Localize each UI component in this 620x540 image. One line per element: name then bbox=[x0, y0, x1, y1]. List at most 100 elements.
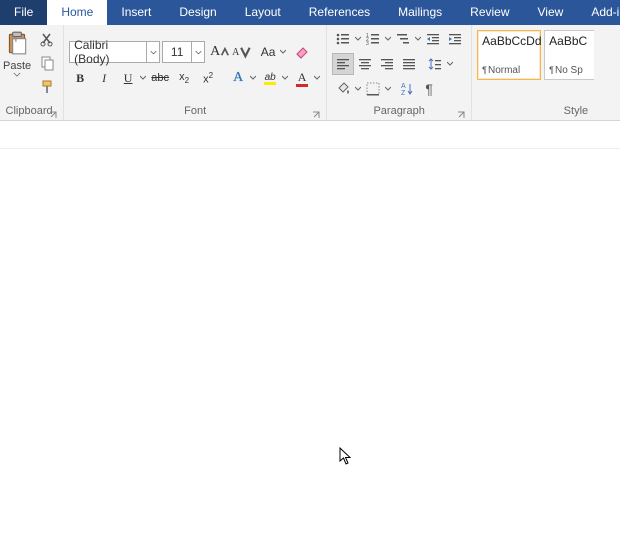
highlight-swatch bbox=[264, 82, 276, 85]
align-left-button[interactable] bbox=[332, 53, 354, 75]
font-name-combo[interactable]: Calibri (Body) bbox=[69, 41, 147, 63]
tab-view[interactable]: View bbox=[524, 0, 578, 25]
tab-layout[interactable]: Layout bbox=[231, 0, 295, 25]
shading-button[interactable] bbox=[332, 78, 354, 100]
justify-icon bbox=[401, 56, 417, 72]
font-size-dropdown[interactable] bbox=[192, 41, 205, 63]
show-marks-button[interactable]: ¶ bbox=[418, 78, 440, 100]
increase-indent-button[interactable] bbox=[444, 28, 466, 50]
grow-font-button[interactable]: A bbox=[209, 41, 231, 63]
font-color-dropdown[interactable] bbox=[313, 75, 321, 81]
align-right-icon bbox=[379, 56, 395, 72]
line-spacing-icon bbox=[427, 56, 443, 72]
bullets-dropdown[interactable] bbox=[354, 36, 362, 42]
copy-icon bbox=[39, 55, 55, 71]
underline-button[interactable]: U bbox=[117, 67, 139, 89]
text-effects-dropdown[interactable] bbox=[249, 75, 257, 81]
style-no-spacing[interactable]: AaBbC ¶No Sp bbox=[544, 30, 594, 80]
shading-dropdown[interactable] bbox=[354, 86, 362, 92]
multilevel-dropdown[interactable] bbox=[414, 36, 422, 42]
borders-icon bbox=[365, 81, 381, 97]
group-label-clipboard: Clipboard bbox=[0, 102, 58, 120]
clipboard-dialog-launcher[interactable] bbox=[48, 108, 58, 118]
paste-icon bbox=[4, 28, 30, 58]
tab-references[interactable]: References bbox=[295, 0, 384, 25]
caret-down-icon bbox=[239, 44, 252, 60]
font-color-button[interactable]: A bbox=[291, 67, 313, 89]
tab-mailings[interactable]: Mailings bbox=[384, 0, 456, 25]
align-left-icon bbox=[335, 56, 351, 72]
group-label-paragraph: Paragraph bbox=[332, 102, 466, 120]
style-name: ¶Normal bbox=[482, 65, 536, 76]
strikethrough-button[interactable]: abc bbox=[149, 67, 171, 89]
tab-design[interactable]: Design bbox=[165, 0, 230, 25]
font-name-dropdown[interactable] bbox=[147, 41, 160, 63]
bucket-icon bbox=[335, 81, 351, 97]
highlight-button[interactable]: ab bbox=[259, 67, 281, 89]
font-size-combo[interactable]: 11 bbox=[162, 41, 192, 63]
ribbon-tabs: File Home Insert Design Layout Reference… bbox=[0, 0, 620, 25]
decrease-indent-button[interactable] bbox=[422, 28, 444, 50]
tab-file[interactable]: File bbox=[0, 0, 47, 25]
scissors-icon bbox=[39, 31, 55, 47]
group-label-font: Font bbox=[69, 102, 321, 120]
group-paragraph: 123 AZ ¶ bbox=[327, 25, 472, 120]
text-effects-button[interactable]: A bbox=[227, 67, 249, 89]
svg-text:Z: Z bbox=[401, 90, 406, 97]
justify-button[interactable] bbox=[398, 53, 420, 75]
numbering-button[interactable]: 123 bbox=[362, 28, 384, 50]
numbering-icon: 123 bbox=[365, 31, 381, 47]
bold-button[interactable]: B bbox=[69, 67, 91, 89]
group-styles: AaBbCcDd ¶Normal AaBbC ¶No Sp Style bbox=[472, 25, 594, 120]
style-normal[interactable]: AaBbCcDd ¶Normal bbox=[477, 30, 541, 80]
paintbrush-icon bbox=[39, 79, 55, 95]
highlight-dropdown[interactable] bbox=[281, 75, 289, 81]
multilevel-button[interactable] bbox=[392, 28, 414, 50]
shrink-font-button[interactable]: A bbox=[231, 41, 253, 63]
format-painter-button[interactable] bbox=[36, 76, 58, 98]
cut-button[interactable] bbox=[36, 28, 58, 50]
mouse-cursor-icon bbox=[339, 447, 353, 468]
svg-text:3: 3 bbox=[366, 41, 369, 47]
tab-addins[interactable]: Add-ins bbox=[577, 0, 620, 25]
style-name: ¶No Sp bbox=[549, 65, 590, 76]
borders-dropdown[interactable] bbox=[384, 86, 392, 92]
group-label-styles: Style bbox=[477, 102, 594, 120]
line-spacing-button[interactable] bbox=[424, 53, 446, 75]
tab-insert[interactable]: Insert bbox=[107, 0, 165, 25]
document-area[interactable] bbox=[0, 121, 620, 540]
bullets-icon bbox=[335, 31, 351, 47]
ruler-area bbox=[0, 121, 620, 149]
style-sample: AaBbCcDd bbox=[482, 34, 536, 48]
underline-dropdown[interactable] bbox=[139, 75, 147, 81]
change-case-button[interactable]: Aa bbox=[257, 41, 279, 63]
paste-label: Paste bbox=[3, 60, 31, 72]
caret-up-icon bbox=[220, 44, 230, 60]
eraser-icon bbox=[294, 44, 310, 60]
tab-home[interactable]: Home bbox=[47, 0, 107, 25]
paste-button[interactable]: Paste bbox=[0, 28, 34, 102]
superscript-button[interactable]: x2 bbox=[197, 67, 219, 89]
multilevel-icon bbox=[395, 31, 411, 47]
sort-icon: AZ bbox=[399, 81, 415, 97]
align-center-button[interactable] bbox=[354, 53, 376, 75]
indent-icon bbox=[447, 31, 463, 47]
change-case-dropdown[interactable] bbox=[279, 49, 287, 55]
outdent-icon bbox=[425, 31, 441, 47]
tab-review[interactable]: Review bbox=[456, 0, 523, 25]
font-color-swatch bbox=[296, 84, 308, 87]
subscript-button[interactable]: x2 bbox=[173, 67, 195, 89]
paragraph-dialog-launcher[interactable] bbox=[456, 108, 466, 118]
font-dialog-launcher[interactable] bbox=[311, 108, 321, 118]
copy-button[interactable] bbox=[36, 52, 58, 74]
line-spacing-dropdown[interactable] bbox=[446, 61, 454, 67]
clear-format-button[interactable] bbox=[291, 41, 313, 63]
sort-button[interactable]: AZ bbox=[396, 78, 418, 100]
borders-button[interactable] bbox=[362, 78, 384, 100]
paste-dropdown-icon bbox=[13, 72, 21, 77]
numbering-dropdown[interactable] bbox=[384, 36, 392, 42]
ribbon: Paste Clipboard Calibri ( bbox=[0, 25, 620, 121]
italic-button[interactable]: I bbox=[93, 67, 115, 89]
bullets-button[interactable] bbox=[332, 28, 354, 50]
align-right-button[interactable] bbox=[376, 53, 398, 75]
